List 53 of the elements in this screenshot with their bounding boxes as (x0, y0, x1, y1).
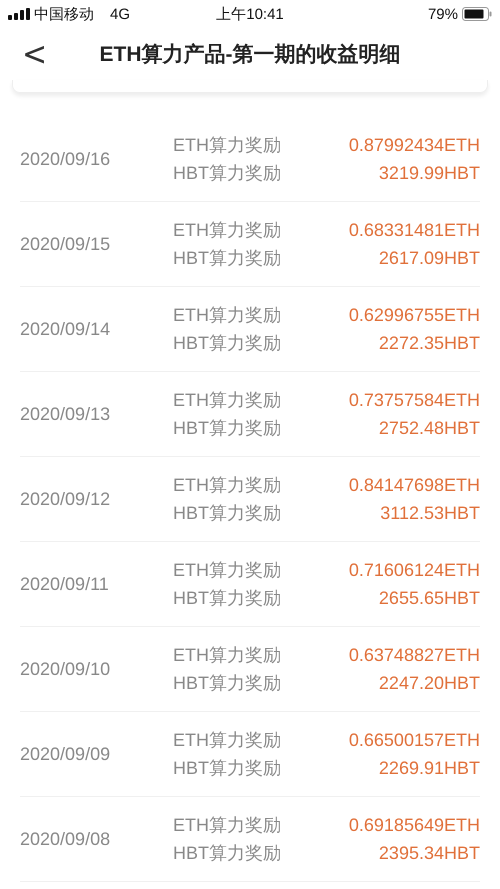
reward-label: HBT算力奖励 (173, 332, 281, 355)
date-text: 2020/09/08 (20, 828, 112, 850)
reward-amount: 2752.48HBT (378, 417, 480, 440)
reward-label: HBT算力奖励 (173, 247, 281, 270)
reward-label: ETH算力奖励 (173, 729, 281, 752)
reward-label: ETH算力奖励 (173, 304, 281, 327)
reward-label: HBT算力奖励 (173, 672, 281, 695)
date-text: 2020/09/15 (20, 234, 112, 254)
reward-amount: 0.73757584ETH (348, 389, 480, 412)
reward-label: HBT算力奖励 (173, 502, 281, 525)
network-type: 4G (110, 6, 130, 22)
date-text: 2020/09/13 (20, 404, 112, 424)
reward-label: ETH算力奖励 (173, 644, 281, 667)
signal-icon (8, 8, 30, 20)
reward-label: ETH算力奖励 (173, 559, 281, 582)
date-text: 2020/09/10 (20, 658, 112, 680)
reward-label: HBT算力奖励 (173, 587, 281, 610)
reward-label: ETH算力奖励 (173, 134, 281, 157)
reward-amount: 2655.65HBT (378, 587, 480, 610)
date-text: 2020/09/12 (20, 488, 112, 510)
reward-amount: 0.84147698ETH (348, 474, 480, 497)
reward-amount: 0.68331481ETH (348, 219, 480, 242)
reward-amount: 3112.53HBT (380, 502, 480, 525)
reward-label: HBT算力奖励 (173, 842, 281, 865)
date-text: 2020/09/09 (20, 744, 112, 764)
back-button[interactable]: < (14, 34, 56, 74)
reward-amount: 3219.99HBT (378, 162, 480, 185)
reward-amount: 2395.34HBT (378, 842, 480, 865)
reward-label: ETH算力奖励 (173, 474, 281, 497)
battery-icon (462, 7, 492, 21)
reward-amount: 2272.35HBT (378, 332, 480, 355)
reward-amount: 2617.09HBT (378, 247, 480, 270)
page-title: ETH算力产品-第一期的收益明细 (100, 42, 400, 68)
reward-label: ETH算力奖励 (173, 219, 281, 242)
reward-amount: 2269.91HBT (378, 757, 480, 780)
carrier-name: 中国移动 (34, 4, 94, 24)
reward-label: HBT算力奖励 (173, 162, 281, 185)
reward-amount: 0.71606124ETH (348, 559, 480, 582)
reward-amount: 0.66500157ETH (348, 729, 480, 752)
date-text: 2020/09/16 (20, 148, 112, 170)
reward-label: ETH算力奖励 (173, 389, 281, 412)
date-text: 2020/09/14 (20, 318, 112, 340)
reward-label: ETH算力奖励 (173, 814, 281, 837)
date-text: 2020/09/11 (20, 574, 110, 594)
reward-amount: 0.69185649ETH (348, 814, 480, 837)
reward-label: HBT算力奖励 (173, 757, 281, 780)
reward-amount: 2247.20HBT (378, 672, 480, 695)
reward-amount: 0.87992434ETH (348, 134, 480, 157)
battery-percent: 79% (428, 6, 458, 22)
clock-time: 上午10:41 (216, 4, 284, 24)
reward-amount: 0.63748827ETH (348, 644, 480, 667)
reward-label: HBT算力奖励 (173, 417, 281, 440)
reward-amount: 0.62996755ETH (348, 304, 480, 327)
